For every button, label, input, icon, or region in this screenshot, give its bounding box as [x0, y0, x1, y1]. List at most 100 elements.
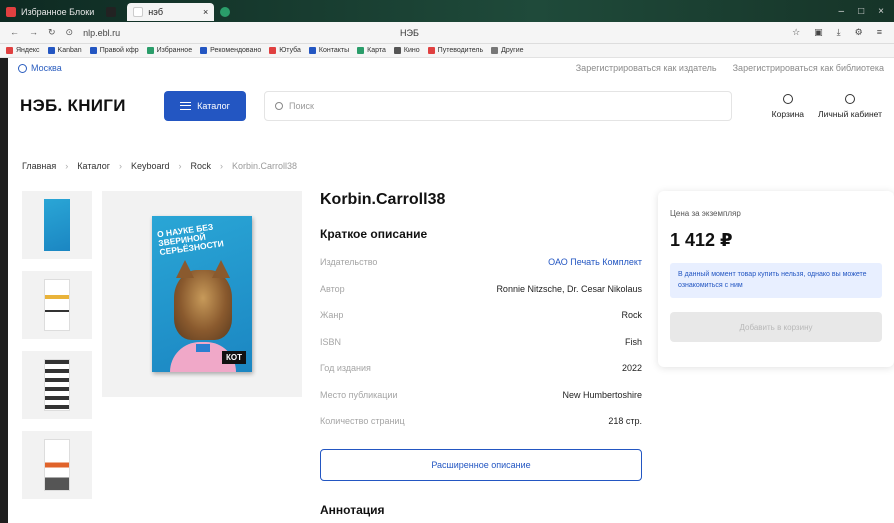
account-label: Личный кабинет	[818, 108, 882, 119]
tab-favicon-icon	[6, 7, 16, 17]
property-row: Место публикации New Humbertoshire	[320, 382, 642, 409]
site-logo[interactable]: НЭБ. КНИГИ	[20, 96, 164, 116]
tab-favicon-icon	[220, 7, 231, 17]
extensions-icon[interactable]: ▣	[814, 27, 823, 38]
cart-button[interactable]: Корзина	[771, 93, 805, 119]
properties-list: Издательство ОАО Печать Комплект Автор Ronn…	[320, 249, 642, 435]
maximize-icon[interactable]: □	[858, 6, 864, 17]
thumbnail-page-image	[44, 279, 70, 331]
city-selector[interactable]: Москва	[18, 63, 62, 73]
thumbnail-2[interactable]	[22, 271, 92, 339]
bookmark-label: Другие	[501, 47, 524, 54]
breadcrumb-home[interactable]: Главная	[22, 161, 56, 171]
bookmark-favicon-icon	[200, 47, 208, 54]
reload-icon[interactable]: ↻	[48, 27, 56, 38]
breadcrumb-genre[interactable]: Rock	[191, 161, 212, 171]
tab-favicon-icon	[106, 7, 117, 17]
bookmarks-bar: Яндекс Kanban Правой кфр Избранное Рекомендо…	[0, 44, 894, 58]
bookmark-label: Путеводитель	[437, 47, 484, 54]
bookmark-item[interactable]: Kanban	[47, 47, 82, 54]
site-header: НЭБ. КНИГИ Каталог Поиск Корзина Личный …	[8, 78, 894, 134]
thumbnail-page-image	[44, 359, 70, 411]
bookmark-label: Контакты	[318, 47, 350, 54]
cover-badge: КОТ	[222, 351, 246, 364]
close-window-icon[interactable]: ×	[878, 6, 884, 17]
property-key: ISBN	[320, 336, 342, 347]
catalog-button[interactable]: Каталог	[164, 91, 246, 121]
search-input[interactable]: Поиск	[264, 91, 732, 121]
register-publisher-link[interactable]: Зарегистрироваться как издатель	[576, 63, 717, 73]
browser-tab-1[interactable]: Избранное Блоки	[0, 3, 100, 21]
tab-close-icon[interactable]: ×	[203, 7, 208, 17]
annotation-heading: Аннотация	[320, 502, 385, 517]
property-key: Издательство	[320, 257, 378, 268]
bookmark-star-icon[interactable]: ☆	[792, 27, 800, 38]
nav-buttons: ← → ↻ ⊙	[0, 27, 73, 38]
property-value: 2022	[621, 363, 642, 374]
price-label: Цена за экземпляр	[670, 209, 741, 218]
bookmark-item[interactable]: Путеводитель	[427, 47, 484, 54]
thumbnail-1[interactable]	[22, 191, 92, 259]
bookmark-label: Ютуба	[279, 47, 301, 54]
lock-icon: ⊙	[65, 27, 74, 37]
browser-tab-active[interactable]: нэб ×	[127, 3, 215, 21]
bookmark-item[interactable]: Избранное	[146, 47, 193, 54]
property-value[interactable]: ОАО Печать Комплект	[548, 257, 642, 267]
menu-icon[interactable]: ≡	[877, 27, 882, 38]
brief-description-heading: Краткое описание	[320, 227, 428, 241]
property-row: Автор Ronnie Nitzsche, Dr. Cesar Nikolaus	[320, 276, 642, 303]
city-label: Москва	[31, 63, 62, 73]
search-placeholder: Поиск	[289, 101, 314, 111]
forward-icon[interactable]: →	[29, 27, 38, 38]
add-to-cart-button[interactable]: Добавить в корзину	[670, 312, 882, 342]
breadcrumb-catalog[interactable]: Каталог	[77, 161, 110, 171]
bookmark-item[interactable]: Рекомендовано	[200, 47, 261, 54]
book-info: Korbin.Carroll38 Краткое описание Издате…	[320, 191, 642, 517]
thumbnail-3[interactable]	[22, 351, 92, 419]
browser-tab-2[interactable]	[100, 3, 127, 21]
bookmark-favicon-icon	[89, 47, 97, 54]
url-field[interactable]: nlp.ebl.ru	[83, 28, 120, 38]
settings-icon[interactable]: ⚙	[855, 27, 863, 38]
register-library-link[interactable]: Зарегистрироваться как библиотека	[733, 63, 884, 73]
account-button[interactable]: Личный кабинет	[818, 93, 882, 119]
book-title: Korbin.Carroll38	[320, 191, 446, 208]
user-icon	[845, 93, 856, 104]
bookmark-item[interactable]: Правой кфр	[89, 47, 139, 54]
topline: Москва Зарегистрироваться как издатель З…	[8, 58, 894, 78]
main-cover-image[interactable]: О НАУКЕ БЕЗ ЗВЕРИНОЙ СЕРЬЁЗНОСТИ КОТ	[102, 191, 302, 397]
bookmark-item[interactable]: Карта	[357, 47, 386, 54]
property-key: Год издания	[320, 363, 371, 374]
bookmark-item[interactable]: Яндекс	[6, 47, 40, 54]
bookmark-item[interactable]: Другие	[491, 47, 524, 54]
property-value: Rock	[621, 310, 642, 321]
property-value: New Humbertoshire	[562, 389, 642, 400]
bookmark-item[interactable]: Кино	[393, 47, 420, 54]
bookmark-label: Избранное	[156, 47, 193, 54]
price-card: Цена за экземпляр 1 412 ₽ В данный момен…	[658, 191, 894, 367]
property-key: Место публикации	[320, 389, 398, 400]
property-key: Жанр	[320, 310, 344, 321]
property-key: Автор	[320, 283, 345, 294]
bookmark-item[interactable]: Контакты	[308, 47, 350, 54]
browser-tab-4[interactable]	[214, 3, 241, 21]
property-row: ISBN Fish	[320, 329, 642, 356]
bookmark-favicon-icon	[146, 47, 154, 54]
thumbnail-4[interactable]	[22, 431, 92, 499]
register-links: Зарегистрироваться как издатель Зарегист…	[576, 63, 884, 73]
bookmark-item[interactable]: Ютуба	[269, 47, 301, 54]
bookmark-label: Яндекс	[16, 47, 40, 54]
extended-description-button[interactable]: Расширенное описание	[320, 448, 642, 481]
bookmark-label: Kanban	[57, 47, 82, 54]
cart-icon	[782, 93, 793, 104]
minimize-icon[interactable]: –	[839, 6, 845, 17]
property-key: Количество страниц	[320, 416, 405, 427]
download-icon[interactable]: ⤓	[837, 27, 841, 38]
property-value: Ronnie Nitzsche, Dr. Cesar Nikolaus	[496, 283, 642, 294]
book-cover: О НАУКЕ БЕЗ ЗВЕРИНОЙ СЕРЬЁЗНОСТИ КОТ	[152, 216, 252, 372]
cart-label: Корзина	[771, 108, 805, 119]
bookmark-label: Кино	[403, 47, 420, 54]
back-icon[interactable]: ←	[10, 27, 19, 38]
tab-label: Избранное Блоки	[21, 7, 95, 17]
breadcrumb-category[interactable]: Keyboard	[131, 161, 170, 171]
